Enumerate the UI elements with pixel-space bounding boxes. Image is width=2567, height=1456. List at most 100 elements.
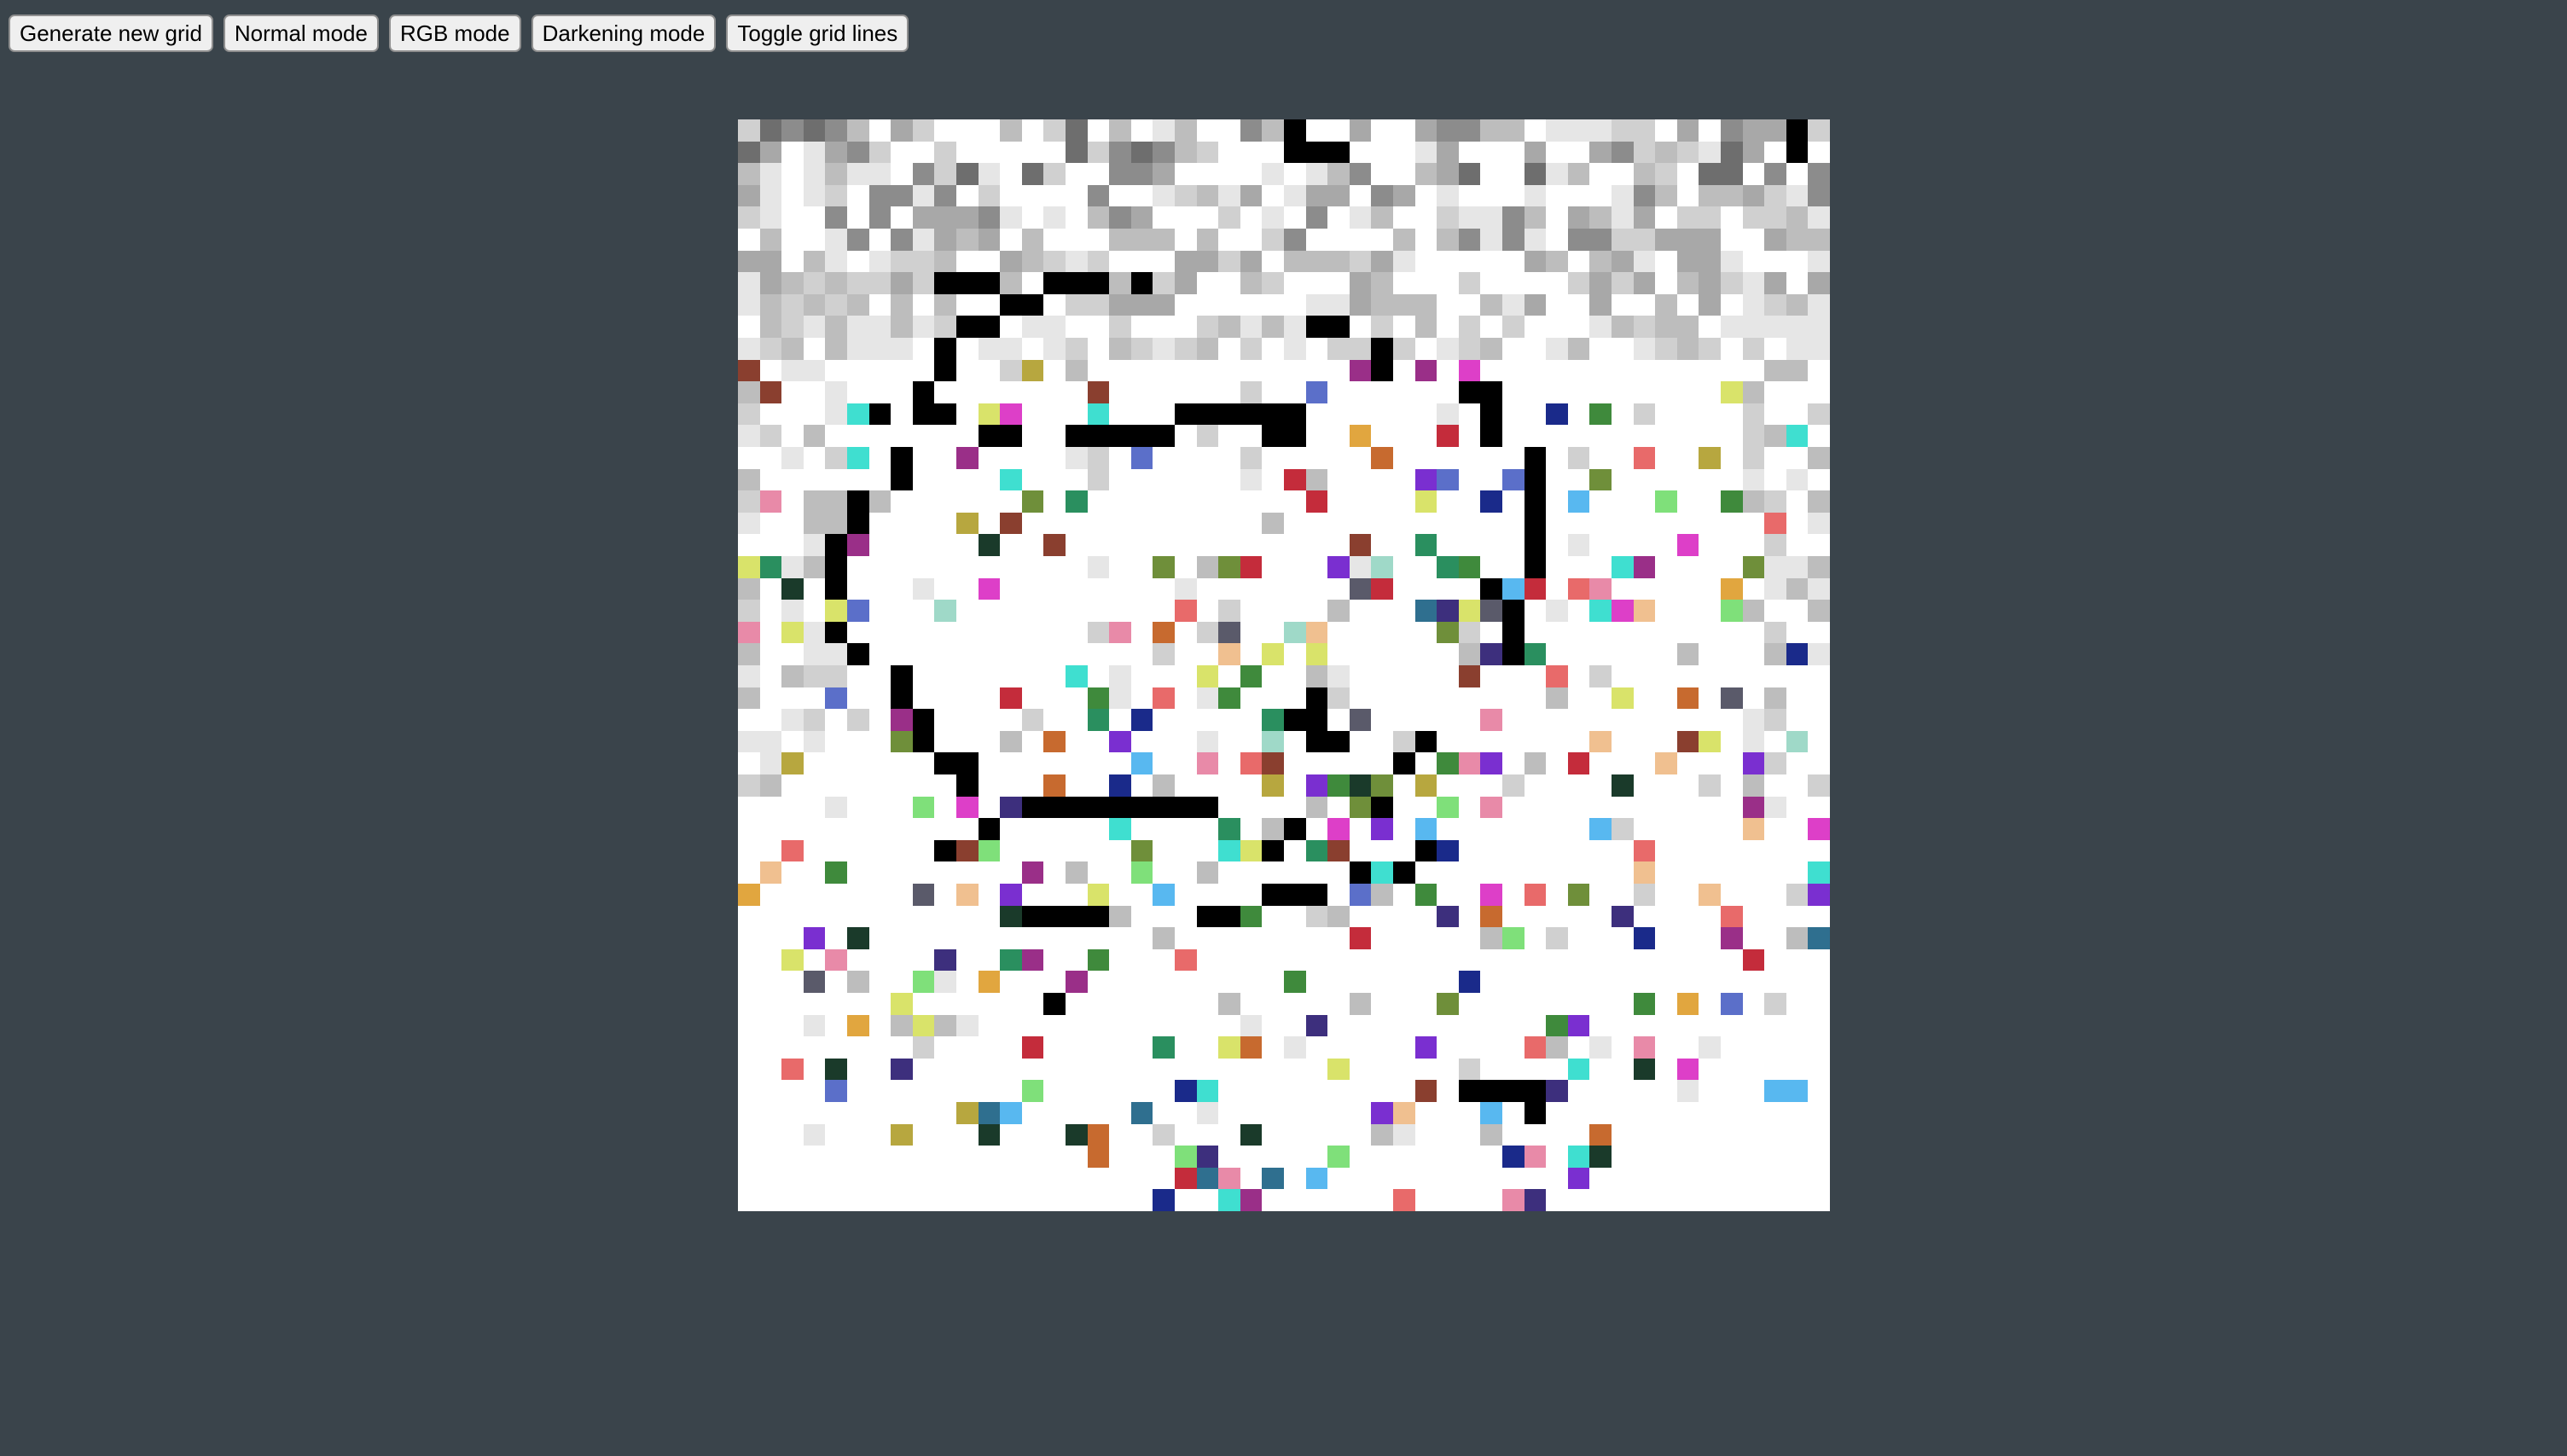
grid-cell[interactable]: [1087, 141, 1110, 164]
grid-cell[interactable]: [1480, 360, 1502, 382]
grid-cell[interactable]: [1371, 577, 1393, 600]
grid-cell[interactable]: [781, 119, 804, 142]
grid-cell[interactable]: [1480, 1015, 1502, 1037]
grid-cell[interactable]: [1218, 1015, 1240, 1037]
grid-cell[interactable]: [1655, 1189, 1677, 1211]
grid-cell[interactable]: [1612, 119, 1634, 142]
grid-cell[interactable]: [1655, 534, 1677, 556]
grid-cell[interactable]: [891, 1036, 913, 1059]
grid-cell[interactable]: [1022, 927, 1044, 949]
grid-cell[interactable]: [1043, 665, 1066, 687]
grid-cell[interactable]: [1414, 839, 1437, 862]
grid-cell[interactable]: [1021, 796, 1044, 819]
grid-cell[interactable]: [1196, 752, 1219, 774]
grid-cell[interactable]: [759, 206, 782, 229]
grid-cell[interactable]: [1502, 687, 1525, 710]
grid-cell[interactable]: [760, 906, 782, 928]
grid-cell[interactable]: [1524, 884, 1547, 906]
grid-cell[interactable]: [1153, 272, 1175, 294]
grid-cell[interactable]: [1743, 971, 1765, 993]
grid-cell[interactable]: [1764, 316, 1786, 338]
grid-cell[interactable]: [978, 1123, 1001, 1146]
grid-cell[interactable]: [1546, 469, 1568, 491]
grid-cell[interactable]: [1371, 884, 1393, 906]
grid-cell[interactable]: [1612, 1080, 1634, 1102]
grid-cell[interactable]: [1240, 1080, 1263, 1102]
grid-cell[interactable]: [1088, 490, 1110, 513]
grid-cell[interactable]: [1525, 600, 1547, 622]
grid-cell[interactable]: [1371, 971, 1393, 993]
grid-cell[interactable]: [869, 861, 891, 884]
grid-cell[interactable]: [1655, 513, 1677, 535]
grid-cell[interactable]: [1808, 447, 1830, 469]
grid-cell[interactable]: [1130, 796, 1153, 819]
grid-cell[interactable]: [847, 949, 869, 972]
grid-cell[interactable]: [738, 425, 760, 447]
grid-cell[interactable]: [1371, 469, 1393, 491]
grid-cell[interactable]: [979, 797, 1001, 819]
grid-cell[interactable]: [1393, 1015, 1415, 1037]
grid-cell[interactable]: [1808, 840, 1830, 862]
grid-cell[interactable]: [979, 251, 1001, 273]
grid-cell[interactable]: [1699, 1015, 1721, 1037]
grid-cell[interactable]: [781, 425, 804, 447]
grid-cell[interactable]: [803, 512, 826, 535]
grid-cell[interactable]: [1000, 971, 1022, 993]
grid-cell[interactable]: [1043, 381, 1066, 403]
grid-cell[interactable]: [1327, 730, 1350, 753]
grid-cell[interactable]: [1043, 338, 1066, 360]
grid-cell[interactable]: [1393, 600, 1415, 622]
grid-cell[interactable]: [1612, 360, 1634, 382]
grid-cell[interactable]: [1743, 861, 1765, 884]
grid-cell[interactable]: [1130, 163, 1153, 185]
grid-cell[interactable]: [1459, 447, 1481, 469]
grid-cell[interactable]: [1350, 381, 1372, 403]
grid-cell[interactable]: [760, 665, 782, 687]
grid-cell[interactable]: [1612, 513, 1634, 535]
grid-cell[interactable]: [781, 752, 804, 774]
grid-cell[interactable]: [1742, 796, 1765, 819]
grid-cell[interactable]: [1677, 490, 1699, 513]
grid-cell[interactable]: [1022, 774, 1044, 797]
grid-cell[interactable]: [1415, 622, 1437, 644]
grid-cell[interactable]: [1437, 905, 1459, 928]
grid-cell[interactable]: [1786, 1102, 1809, 1124]
grid-cell[interactable]: [1808, 709, 1830, 731]
grid-cell[interactable]: [1393, 272, 1415, 294]
grid-cell[interactable]: [804, 1036, 826, 1059]
grid-cell[interactable]: [1109, 381, 1131, 403]
grid-cell[interactable]: [1196, 730, 1219, 753]
grid-cell[interactable]: [1262, 730, 1284, 753]
grid-cell[interactable]: [1480, 163, 1502, 185]
grid-cell[interactable]: [1087, 905, 1110, 928]
grid-cell[interactable]: [1305, 141, 1328, 164]
grid-cell[interactable]: [1415, 251, 1437, 273]
grid-cell[interactable]: [1459, 687, 1481, 710]
grid-cell[interactable]: [1764, 1059, 1786, 1081]
grid-cell[interactable]: [1196, 1080, 1219, 1102]
grid-cell[interactable]: [825, 403, 847, 426]
grid-cell[interactable]: [1393, 490, 1415, 513]
grid-cell[interactable]: [1808, 577, 1830, 600]
grid-cell[interactable]: [1633, 184, 1656, 207]
grid-cell[interactable]: [1786, 468, 1809, 491]
grid-cell[interactable]: [1371, 861, 1393, 884]
grid-cell[interactable]: [934, 818, 956, 840]
grid-cell[interactable]: [1525, 338, 1547, 360]
grid-cell[interactable]: [1196, 403, 1219, 426]
grid-cell[interactable]: [1284, 752, 1306, 774]
grid-cell[interactable]: [1284, 490, 1306, 513]
grid-cell[interactable]: [934, 687, 956, 710]
grid-cell[interactable]: [1218, 513, 1240, 535]
grid-cell[interactable]: [1284, 665, 1306, 687]
grid-cell[interactable]: [956, 752, 979, 774]
grid-cell[interactable]: [1088, 1102, 1110, 1124]
grid-cell[interactable]: [1568, 709, 1590, 731]
grid-cell[interactable]: [1786, 447, 1809, 469]
grid-cell[interactable]: [1306, 993, 1328, 1015]
grid-cell[interactable]: [1655, 381, 1677, 403]
grid-cell[interactable]: [1393, 142, 1415, 164]
grid-cell[interactable]: [1131, 971, 1153, 993]
grid-cell[interactable]: [1655, 709, 1677, 731]
grid-cell[interactable]: [1764, 1124, 1786, 1146]
